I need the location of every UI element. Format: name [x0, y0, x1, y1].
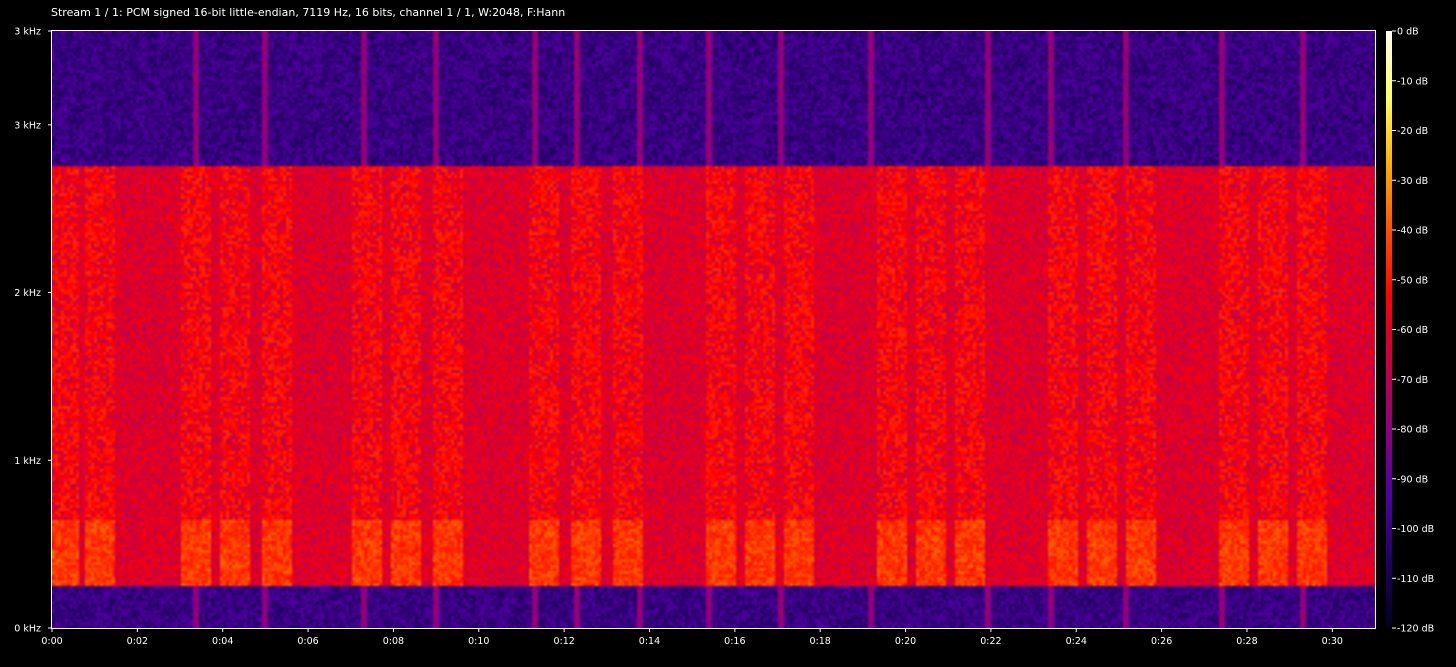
y-tick-label: 3 kHz — [14, 120, 41, 131]
colorbar-tick-label: -20 dB — [1397, 126, 1428, 137]
colorbar-tick-label: -30 dB — [1397, 176, 1428, 187]
colorbar-tick-label: -10 dB — [1397, 76, 1428, 87]
x-tick-label: 0:16 — [724, 636, 745, 647]
colorbar: 0 dB -10 dB -20 dB -30 dB -40 dB -50 dB -60 dB… — [1386, 27, 1434, 635]
colorbar-tick-label: -120 dB — [1397, 624, 1434, 635]
x-tick-label: 0:22 — [980, 636, 1001, 647]
spectrogram-image — [52, 31, 1375, 628]
x-tick-label: 0:00 — [41, 636, 62, 647]
y-tick-label: 2 kHz — [14, 288, 41, 299]
colorbar-tick-label: -90 dB — [1397, 474, 1428, 485]
y-tick-label: 0 kHz — [14, 624, 41, 635]
colorbar-tick-label: -40 dB — [1397, 226, 1428, 237]
x-tick-label: 0:04 — [212, 636, 233, 647]
colorbar-tick-label: -110 dB — [1397, 574, 1434, 585]
x-tick-label: 0:28 — [1236, 636, 1257, 647]
colorbar-tick-label: -60 dB — [1397, 325, 1428, 336]
x-tick-label: 0:20 — [895, 636, 916, 647]
spectrogram-chart: 0:00 0:02 0:04 0:06 0:08 0:10 0:12 0:14 0:16 0:18… — [14, 27, 1434, 648]
x-tick-label: 0:10 — [468, 636, 489, 647]
colorbar-tick-label: -100 dB — [1397, 524, 1434, 535]
x-tick-label: 0:26 — [1151, 636, 1172, 647]
y-tick-label: 3 kHz — [14, 27, 41, 38]
x-tick-label: 0:06 — [297, 636, 318, 647]
x-tick-label: 0:08 — [383, 636, 404, 647]
colorbar-tick-label: -50 dB — [1397, 275, 1428, 286]
colorbar-tick-label: -80 dB — [1397, 425, 1428, 436]
colorbar-tick-label: 0 dB — [1397, 27, 1419, 38]
x-tick-label: 0:30 — [1322, 636, 1343, 647]
colorbar-tick-label: -70 dB — [1397, 375, 1428, 386]
x-axis: 0:00 0:02 0:04 0:06 0:08 0:10 0:12 0:14 0:16 0:18… — [41, 628, 1343, 647]
spectrogram-plot-area — [52, 31, 1375, 628]
x-tick-label: 0:12 — [553, 636, 574, 647]
colorbar-gradient — [1386, 31, 1392, 628]
x-tick-label: 0:02 — [127, 636, 148, 647]
x-tick-label: 0:18 — [810, 636, 831, 647]
y-axis: 0 kHz 1 kHz 2 kHz 3 kHz 3 kHz — [14, 27, 52, 635]
y-tick-label: 1 kHz — [14, 456, 41, 467]
x-tick-label: 0:24 — [1066, 636, 1087, 647]
x-tick-label: 0:14 — [639, 636, 660, 647]
